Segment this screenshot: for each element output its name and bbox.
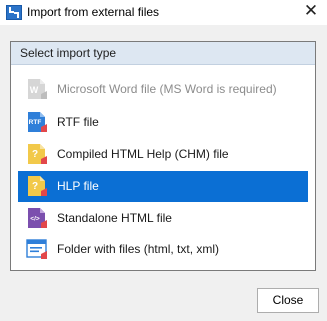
list-item-label: Compiled HTML Help (CHM) file	[57, 147, 229, 161]
list-item-rtf[interactable]: RTF RTF file	[18, 107, 308, 138]
list-item-label: Microsoft Word file (MS Word is required…	[57, 82, 277, 96]
title-bar: Import from external files ✕	[0, 0, 327, 25]
list-header-label: Select import type	[20, 46, 117, 60]
import-app-icon	[6, 5, 22, 20]
import-type-list: Select import type W Microsoft Word file…	[10, 41, 316, 271]
rtf-file-icon: RTF	[28, 112, 47, 132]
svg-text:RTF: RTF	[29, 119, 42, 126]
list-item-html[interactable]: </> Standalone HTML file	[18, 203, 308, 234]
svg-text:W: W	[30, 85, 39, 95]
svg-text:?: ?	[32, 181, 38, 192]
close-icon[interactable]: ✕	[302, 1, 320, 21]
window-title: Import from external files	[27, 5, 160, 19]
list-item-label: Standalone HTML file	[57, 211, 172, 225]
html-file-icon: </>	[28, 208, 47, 228]
list-item-label: Folder with files (html, txt, xml)	[57, 242, 220, 256]
list-item-folder[interactable]: Folder with files (html, txt, xml)	[18, 234, 308, 265]
hlp-file-icon: ?	[28, 176, 47, 196]
close-button[interactable]: Close	[257, 288, 319, 313]
list-item-word[interactable]: W Microsoft Word file (MS Word is requir…	[18, 74, 308, 105]
svg-text:?: ?	[32, 149, 38, 160]
word-file-icon: W	[28, 79, 47, 99]
list-item-label: RTF file	[57, 115, 99, 129]
import-dialog: Import from external files ✕ Select impo…	[0, 0, 327, 321]
list-header: Select import type	[11, 42, 315, 65]
list-item-label: HLP file	[57, 179, 99, 193]
list-item-chm[interactable]: ? Compiled HTML Help (CHM) file	[18, 139, 308, 170]
folder-files-icon	[26, 239, 47, 259]
list-item-hlp[interactable]: ? HLP file	[18, 171, 308, 202]
svg-text:</>: </>	[30, 216, 40, 223]
chm-file-icon: ?	[28, 144, 47, 164]
